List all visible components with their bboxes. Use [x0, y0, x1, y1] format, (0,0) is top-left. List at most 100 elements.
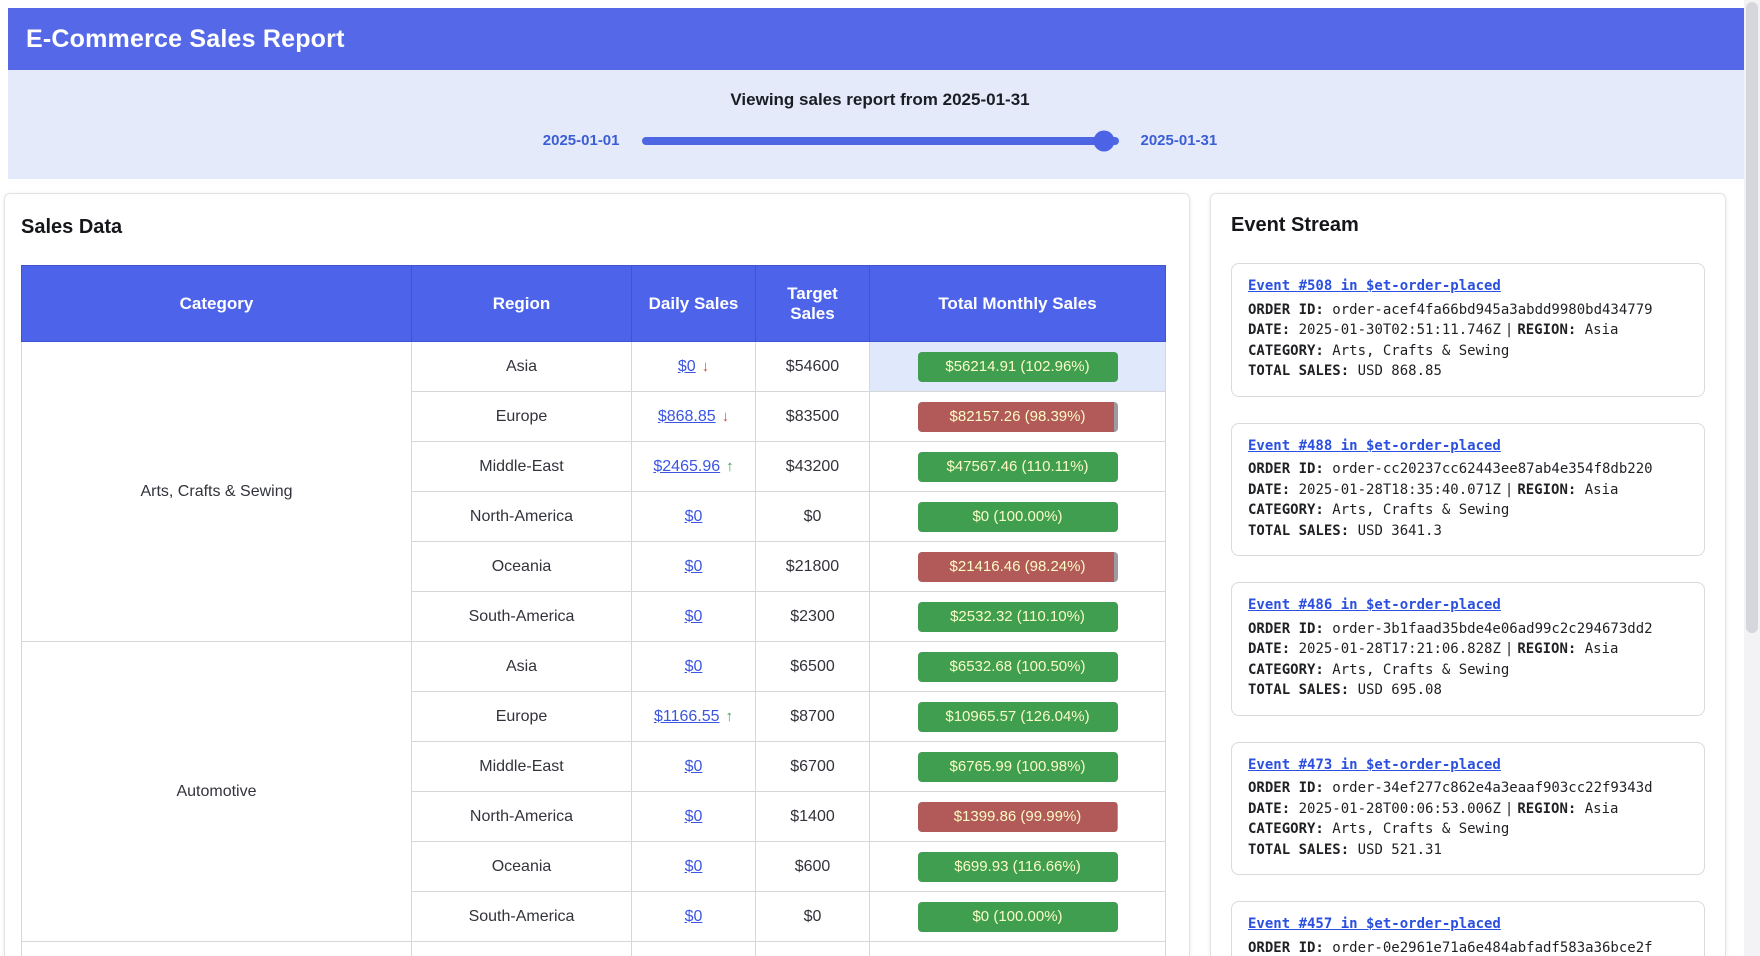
event-title-link[interactable]: Event #486 in $et-order-placed [1248, 595, 1501, 616]
monthly-sales-progress-badge: $10965.57 (126.04%) [918, 702, 1118, 732]
scrollbar[interactable] [1744, 0, 1760, 956]
total-sales-cell: $0 (100.00%) [870, 492, 1166, 542]
monthly-sales-value: $6532.68 (100.50%) [918, 652, 1118, 682]
total-sales-cell: $82157.26 (98.39%) [870, 392, 1166, 442]
event-detail-line: CATEGORY: Arts, Crafts & Sewing [1248, 500, 1688, 521]
col-header-total-monthly-sales: Total Monthly Sales [870, 266, 1166, 342]
daily-sales-link[interactable]: $1166.55 [654, 708, 720, 725]
target-sales-cell: $43200 [756, 442, 870, 492]
event-stream-panel: Event Stream Event #508 in $et-order-pla… [1210, 193, 1726, 956]
trend-down-icon: ↓ [722, 408, 730, 425]
monthly-sales-progress-badge: $6765.99 (100.98%) [918, 752, 1118, 782]
daily-sales-link[interactable]: $0 [685, 858, 703, 875]
daily-sales-cell: $1166.55 ↑ [632, 692, 756, 742]
daily-sales-link[interactable]: $0 [685, 508, 703, 525]
col-header-target-sales: Target Sales [756, 266, 870, 342]
event-title-link[interactable]: Event #457 in $et-order-placed [1248, 914, 1501, 935]
sales-table: Category Region Daily Sales Target Sales… [21, 265, 1166, 956]
monthly-sales-value: $6765.99 (100.98%) [918, 752, 1118, 782]
monthly-sales-progress-badge: $1399.86 (99.99%) [918, 802, 1118, 832]
target-sales-cell: $83500 [756, 392, 870, 442]
region-cell: North-America [412, 492, 632, 542]
monthly-sales-progress-badge: $6532.68 (100.50%) [918, 652, 1118, 682]
trend-down-icon: ↓ [702, 358, 710, 375]
daily-sales-cell: $0 [632, 742, 756, 792]
event-card: Event #486 in $et-order-placed ORDER ID: … [1231, 582, 1705, 716]
daily-sales-link[interactable]: $0 [678, 358, 696, 375]
event-list: Event #508 in $et-order-placed ORDER ID: … [1231, 263, 1705, 956]
total-sales-cell: $21416.46 (98.24%) [870, 542, 1166, 592]
total-sales-cell: $56214.91 (102.96%) [870, 342, 1166, 392]
trend-up-icon: ↑ [726, 458, 734, 475]
total-sales-cell: $47567.46 (110.11%) [870, 442, 1166, 492]
region-cell: North-America [412, 792, 632, 842]
event-detail-line: DATE: 2025-01-28T00:06:53.006Z|REGION: A… [1248, 799, 1688, 820]
monthly-sales-progress-badge: $699.93 (116.66%) [918, 852, 1118, 882]
event-detail-line: ORDER ID: order-3b1faad35bde4e06ad99c2c2… [1248, 619, 1688, 640]
daily-sales-link[interactable]: $2465.96 [653, 458, 720, 475]
slider-row: 2025-01-01 2025-01-31 [8, 132, 1752, 149]
event-title-link[interactable]: Event #473 in $et-order-placed [1248, 755, 1501, 776]
total-sales-cell: $0 (100.00%) [870, 892, 1166, 942]
event-detail-line: ORDER ID: order-acef4fa66bd945a3abdd9980… [1248, 300, 1688, 321]
daily-sales-link[interactable]: $0 [685, 608, 703, 625]
event-detail-line: CATEGORY: Arts, Crafts & Sewing [1248, 341, 1688, 362]
daily-sales-cell: $0 [632, 642, 756, 692]
monthly-sales-value: $10965.57 (126.04%) [918, 702, 1118, 732]
event-title-link[interactable]: Event #508 in $et-order-placed [1248, 276, 1501, 297]
event-detail-line: TOTAL SALES: USD 868.85 [1248, 361, 1688, 382]
scrollbar-thumb[interactable] [1746, 2, 1758, 633]
main-content: Sales Data Category Region Daily Sales T… [0, 179, 1760, 956]
daily-sales-link[interactable]: $0 [685, 558, 703, 575]
target-sales-cell: $6700 [756, 742, 870, 792]
event-detail-line: CATEGORY: Arts, Crafts & Sewing [1248, 819, 1688, 840]
monthly-sales-progress-badge: $56214.91 (102.96%) [918, 352, 1118, 382]
target-sales-cell: $21800 [756, 542, 870, 592]
category-cell [22, 942, 412, 956]
target-sales-cell [756, 942, 870, 956]
slider-max-label: 2025-01-31 [1141, 132, 1218, 149]
event-detail-line: ORDER ID: order-cc20237cc62443ee87ab4e35… [1248, 459, 1688, 480]
daily-sales-cell: $0 [632, 892, 756, 942]
target-sales-cell: $600 [756, 842, 870, 892]
monthly-sales-value: $47567.46 (110.11%) [918, 452, 1118, 482]
event-detail-line: TOTAL SALES: USD 521.31 [1248, 840, 1688, 861]
monthly-sales-progress-badge: $0 (100.00%) [918, 902, 1118, 932]
daily-sales-link[interactable]: $0 [685, 908, 703, 925]
event-detail-line: DATE: 2025-01-30T02:51:11.746Z|REGION: A… [1248, 320, 1688, 341]
daily-sales-link[interactable]: $0 [685, 758, 703, 775]
category-cell: Arts, Crafts & Sewing [22, 342, 412, 642]
event-card: Event #488 in $et-order-placedORDER ID: … [1231, 423, 1705, 557]
table-row: AutomotiveAsia$0$6500$6532.68 (100.50%) [22, 642, 1166, 692]
daily-sales-cell: $0 [632, 592, 756, 642]
target-sales-cell: $8700 [756, 692, 870, 742]
event-title-link[interactable]: Event #488 in $et-order-placed [1248, 436, 1501, 457]
monthly-sales-value: $21416.46 (98.24%) [918, 552, 1118, 582]
region-cell: Middle-East [412, 442, 632, 492]
region-cell: Middle-East [412, 742, 632, 792]
daily-sales-link[interactable]: $0 [685, 808, 703, 825]
region-cell: South-America [412, 592, 632, 642]
app-header: E-Commerce Sales Report [8, 8, 1752, 70]
daily-sales-link[interactable]: $0 [685, 658, 703, 675]
monthly-sales-progress-badge: $82157.26 (98.39%) [918, 402, 1118, 432]
event-card: Event #457 in $et-order-placedORDER ID: … [1231, 901, 1705, 956]
total-sales-cell [870, 942, 1166, 956]
target-sales-cell: $1400 [756, 792, 870, 842]
page-title: E-Commerce Sales Report [26, 25, 345, 54]
daily-sales-cell [632, 942, 756, 956]
category-cell: Automotive [22, 642, 412, 942]
region-cell [412, 942, 632, 956]
slider-thumb[interactable] [1094, 130, 1115, 151]
sales-data-panel: Sales Data Category Region Daily Sales T… [4, 193, 1190, 956]
date-range-slider[interactable] [642, 137, 1119, 145]
event-detail-line: DATE: 2025-01-28T17:21:06.828Z|REGION: A… [1248, 639, 1688, 660]
monthly-sales-value: $1399.86 (99.99%) [918, 802, 1118, 832]
daily-sales-cell: $868.85 ↓ [632, 392, 756, 442]
slider-title: Viewing sales report from 2025-01-31 [8, 90, 1752, 110]
monthly-sales-value: $0 (100.00%) [918, 902, 1118, 932]
daily-sales-link[interactable]: $868.85 [658, 408, 716, 425]
sales-data-title: Sales Data [21, 216, 1173, 239]
trend-up-icon: ↑ [726, 708, 734, 725]
event-detail-line: TOTAL SALES: USD 695.08 [1248, 680, 1688, 701]
